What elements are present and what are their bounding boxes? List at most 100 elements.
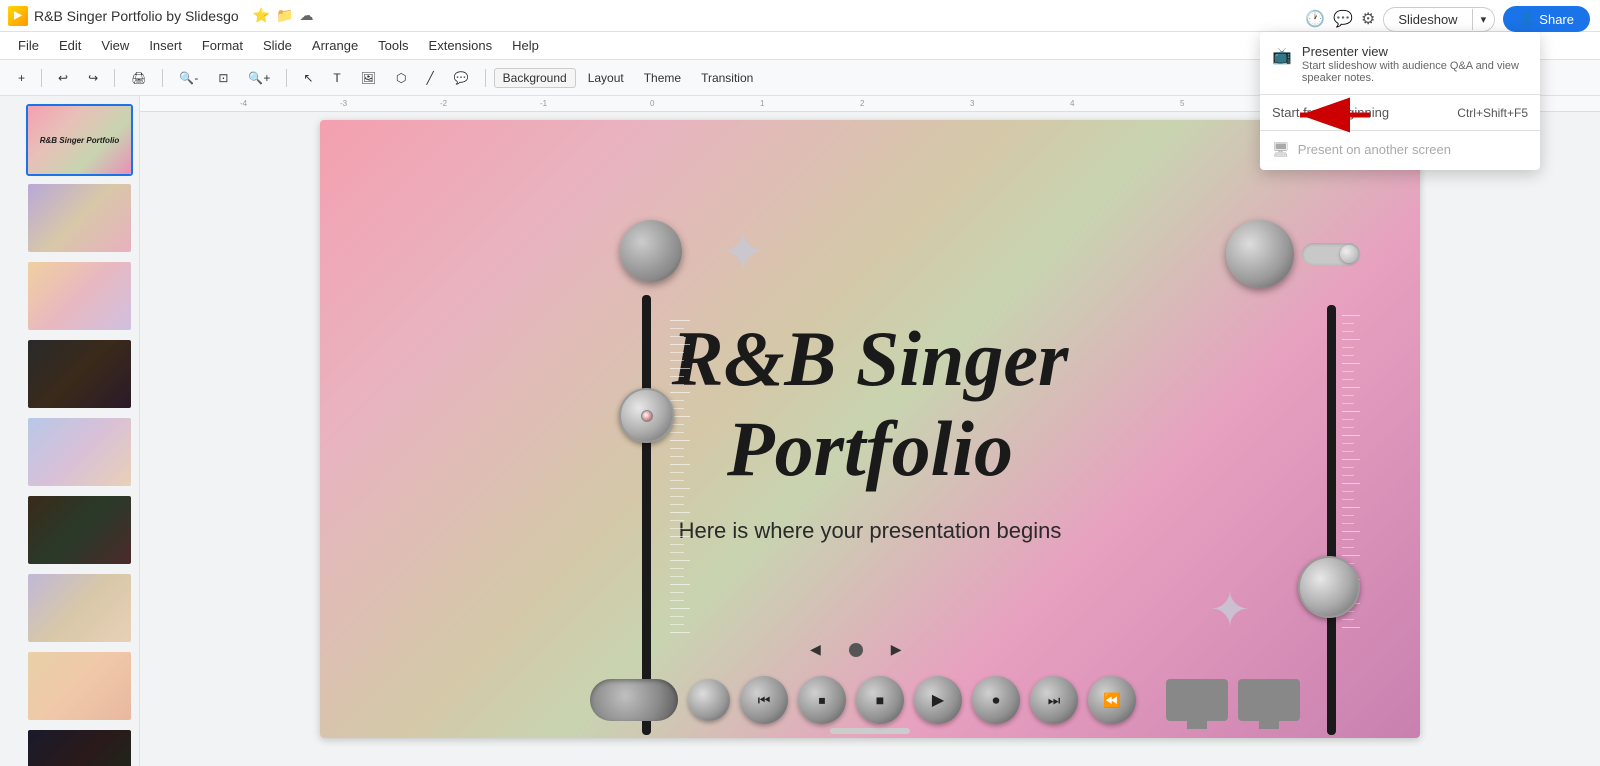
slide-canvas[interactable]: ✦ R&B Singer Portfolio Here is where you…	[320, 120, 1420, 738]
slide-row-8[interactable]: 8	[6, 650, 133, 722]
presenter-view-item[interactable]: 📺 Presenter view Start slideshow with au…	[1260, 36, 1540, 92]
main-layout: 1R&B Singer Portfolio234567891011 -4 -3 …	[0, 96, 1600, 766]
slide-row-3[interactable]: 3	[6, 260, 133, 332]
slide-thumb-inner-7	[28, 574, 131, 642]
toolbar-comment[interactable]: 💬	[446, 68, 477, 88]
toolbar-separator-3	[162, 69, 163, 87]
slides-panel: 1R&B Singer Portfolio234567891011	[0, 96, 140, 766]
transport-btn-3: ■	[856, 676, 904, 724]
history-icon[interactable]: 🕐	[1305, 9, 1325, 29]
slide-title: R&B Singer Portfolio	[672, 314, 1069, 493]
present-another-icon: 🖥	[1272, 141, 1290, 158]
knob-top-left	[620, 220, 682, 282]
right-fader-knob	[1298, 556, 1360, 618]
share-icon: 👤	[1519, 11, 1535, 27]
toolbar-zoom-out[interactable]: 🔍-	[171, 68, 206, 88]
slide-thumb-7[interactable]	[26, 572, 133, 644]
move-icon[interactable]: 📁	[276, 7, 293, 24]
monitor-icon-1	[1166, 679, 1228, 721]
layout-button[interactable]: Layout	[580, 68, 632, 88]
menu-insert[interactable]: Insert	[141, 36, 190, 55]
document-title[interactable]: R&B Singer Portfolio by Slidesgo	[34, 8, 239, 24]
slide-thumb-inner-4	[28, 340, 131, 408]
menu-extensions[interactable]: Extensions	[421, 36, 501, 55]
slide-thumb-inner-1: R&B Singer Portfolio	[28, 106, 131, 174]
slide-thumb-inner-5	[28, 418, 131, 486]
slide-row-4[interactable]: 4	[6, 338, 133, 410]
transport-btn-5: ⏺	[972, 676, 1020, 724]
slide-row-5[interactable]: 5	[6, 416, 133, 488]
menu-format[interactable]: Format	[194, 36, 251, 55]
slide-thumb-9[interactable]	[26, 728, 133, 766]
slide-thumb-inner-2	[28, 184, 131, 252]
right-fader-track	[1327, 305, 1336, 735]
slide-thumb-8[interactable]	[26, 650, 133, 722]
toolbar-zoom-fit[interactable]: ⊡	[210, 68, 236, 88]
menu-slide[interactable]: Slide	[255, 36, 300, 55]
slides-logo-icon: ▶	[8, 6, 28, 26]
bottom-transport: ⏮ ⏹ ■ ▶ ⏺ ⏭ ⏪	[590, 676, 1300, 724]
slide-thumb-6[interactable]	[26, 494, 133, 566]
star-icon[interactable]: ⭐	[253, 7, 270, 24]
share-button[interactable]: 👤 Share	[1503, 6, 1590, 32]
slide-thumb-inner-3	[28, 262, 131, 330]
slideshow-dropdown-arrow[interactable]: ▾	[1472, 9, 1495, 30]
slide-row-7[interactable]: 7	[6, 572, 133, 644]
slide-thumb-2[interactable]	[26, 182, 133, 254]
toolbar-line[interactable]: ╱	[418, 68, 441, 88]
title-icons: ⭐ 📁 ☁	[253, 7, 314, 24]
slide-thumb-4[interactable]	[26, 338, 133, 410]
slideshow-button-group: Slideshow ▾	[1383, 7, 1495, 32]
app-logo: ▶ R&B Singer Portfolio by Slidesgo	[8, 6, 239, 26]
toolbar-plus[interactable]: +	[10, 68, 33, 88]
toolbar-separator-4	[286, 69, 287, 87]
transition-button[interactable]: Transition	[693, 68, 761, 88]
transport-btn-1: ⏮	[740, 676, 788, 724]
slide-row-1[interactable]: 1R&B Singer Portfolio	[6, 104, 133, 176]
left-fader-track	[642, 295, 651, 735]
slide-row-6[interactable]: 6	[6, 494, 133, 566]
cloud-icon[interactable]: ☁	[300, 7, 314, 24]
slide-thumb-3[interactable]	[26, 260, 133, 332]
toolbar-shape[interactable]: ⬡	[388, 68, 414, 88]
menu-file[interactable]: File	[10, 36, 47, 55]
toolbar-cursor[interactable]: ↖	[295, 68, 321, 88]
background-button[interactable]: Background	[494, 68, 576, 88]
top-bar: ▶ R&B Singer Portfolio by Slidesgo ⭐ 📁 ☁…	[0, 0, 1600, 32]
transport-btn-7: ⏪	[1088, 676, 1136, 724]
present-another-item[interactable]: 🖥 Present on another screen	[1260, 133, 1540, 166]
present-options-icon[interactable]: ⚙	[1361, 9, 1375, 29]
toggle-big	[590, 679, 678, 721]
transport-btn-2: ⏹	[798, 676, 846, 724]
toolbar-redo[interactable]: ↪	[80, 68, 106, 88]
presenter-view-icon: 📺	[1272, 46, 1292, 66]
comment-icon[interactable]: 💬	[1333, 9, 1353, 29]
slideshow-main-button[interactable]: Slideshow	[1384, 8, 1471, 31]
right-top-knob	[1226, 220, 1294, 288]
menu-tools[interactable]: Tools	[370, 36, 416, 55]
toolbar-image[interactable]: 🖼	[353, 68, 384, 88]
menu-edit[interactable]: Edit	[51, 36, 89, 55]
slide-row-2[interactable]: 2	[6, 182, 133, 254]
menu-view[interactable]: View	[93, 36, 137, 55]
toolbar-separator-2	[114, 69, 115, 87]
toolbar-zoom-in[interactable]: 🔍+	[240, 68, 278, 88]
toggle-switch	[1302, 243, 1360, 265]
toolbar-print[interactable]: 🖨	[123, 68, 154, 88]
right-knob-section	[1226, 220, 1360, 288]
left-ruler	[670, 320, 690, 633]
slide-row-9[interactable]: 9	[6, 728, 133, 766]
toolbar-text[interactable]: T	[325, 68, 348, 88]
menu-arrange[interactable]: Arrange	[304, 36, 366, 55]
slide-thumb-inner-8	[28, 652, 131, 720]
slide-thumb-1[interactable]: R&B Singer Portfolio	[26, 104, 133, 176]
slide-thumb-5[interactable]	[26, 416, 133, 488]
star-large: ✦	[720, 220, 766, 284]
slide-subtitle: Here is where your presentation begins	[679, 518, 1062, 544]
utility-icons: 🕐 💬 ⚙	[1305, 9, 1375, 29]
star-small: ✦	[1210, 582, 1250, 638]
monitor-icons	[1166, 679, 1300, 721]
theme-button[interactable]: Theme	[636, 68, 689, 88]
menu-help[interactable]: Help	[504, 36, 547, 55]
toolbar-undo[interactable]: ↩	[50, 68, 76, 88]
